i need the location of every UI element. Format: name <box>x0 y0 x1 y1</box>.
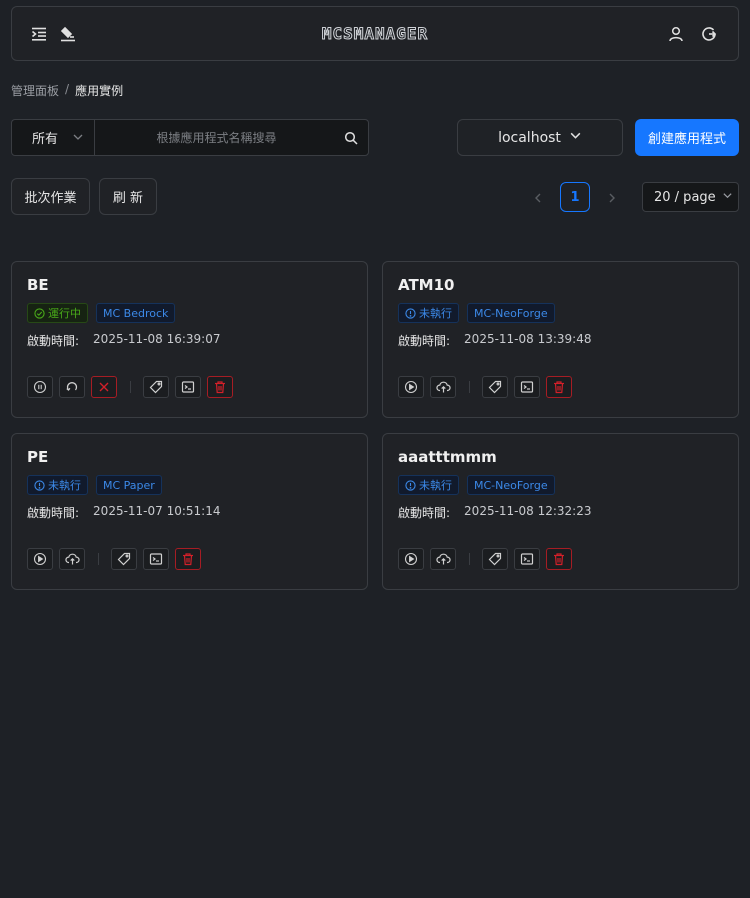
instance-actions <box>27 376 239 398</box>
pause-icon[interactable] <box>27 376 53 398</box>
chevron-right-icon[interactable] <box>605 190 619 204</box>
start-time-label: 啟動時間: <box>27 334 80 348</box>
instance-card[interactable]: BE 運行中 MC Bedrock 啟動時間: 2025-11-08 16:39… <box>11 261 368 418</box>
action-divider <box>469 553 470 565</box>
instance-name[interactable]: aaatttmmm <box>398 448 497 466</box>
action-divider <box>130 381 131 393</box>
start-time-row: 啟動時間: 2025-11-08 16:39:07 <box>27 332 221 349</box>
delete-icon[interactable] <box>175 548 201 570</box>
instance-actions <box>398 376 578 398</box>
app-logo: MCSMANAGER <box>321 24 429 44</box>
status-badge-label: 未執行 <box>419 479 452 492</box>
info-circle-icon <box>405 479 416 491</box>
status-filter-select[interactable]: 所有 <box>12 120 95 155</box>
tag-icon[interactable] <box>482 548 508 570</box>
start-time-row: 啟動時間: 2025-11-08 12:32:23 <box>398 504 592 521</box>
breadcrumb: 管理面板 / 應用實例 <box>11 82 123 99</box>
start-time-row: 啟動時間: 2025-11-07 10:51:14 <box>27 504 221 521</box>
instance-card[interactable]: ATM10 未執行 MC-NeoForge 啟動時間: 2025-11-08 1… <box>382 261 739 418</box>
instance-name[interactable]: BE <box>27 276 49 294</box>
terminal-icon[interactable] <box>514 548 540 570</box>
node-select-value: localhost <box>498 129 561 146</box>
tag-icon[interactable] <box>482 376 508 398</box>
cloud-upload-icon[interactable] <box>59 548 85 570</box>
status-badge: 運行中 <box>27 303 88 323</box>
chevron-down-icon <box>569 129 582 146</box>
chevron-down-icon <box>722 190 733 205</box>
page-size-value: 20 / page <box>654 189 716 205</box>
status-badge: 未執行 <box>398 475 459 495</box>
tag-icon[interactable] <box>111 548 137 570</box>
tag-icon[interactable] <box>143 376 169 398</box>
page-size-select[interactable]: 20 / page <box>642 182 739 212</box>
start-time-value: 2025-11-08 13:39:48 <box>464 332 592 346</box>
create-instance-button[interactable]: 創建應用程式 <box>635 119 739 156</box>
start-time-label: 啟動時間: <box>398 334 451 348</box>
breadcrumb-separator: / <box>65 82 70 96</box>
status-badge-label: 未執行 <box>48 479 81 492</box>
instance-name[interactable]: ATM10 <box>398 276 454 294</box>
play-icon[interactable] <box>398 548 424 570</box>
refresh-button[interactable]: 刷 新 <box>99 178 157 215</box>
search-input[interactable] <box>95 120 368 155</box>
terminal-icon[interactable] <box>175 376 201 398</box>
start-time-label: 啟動時間: <box>398 506 451 520</box>
cloud-upload-icon[interactable] <box>430 376 456 398</box>
chevron-down-icon <box>72 131 84 147</box>
info-circle-icon <box>34 479 45 491</box>
batch-operation-button[interactable]: 批次作業 <box>11 178 90 215</box>
top-header: MCSMANAGER <box>11 6 739 61</box>
instance-type-badge: MC-NeoForge <box>467 475 555 495</box>
start-time-row: 啟動時間: 2025-11-08 13:39:48 <box>398 332 592 349</box>
instance-tags: 未執行 MC-NeoForge <box>398 475 555 495</box>
cloud-upload-icon[interactable] <box>430 548 456 570</box>
status-badge-label: 未執行 <box>419 307 452 320</box>
play-icon[interactable] <box>398 376 424 398</box>
instance-name[interactable]: PE <box>27 448 48 466</box>
play-icon[interactable] <box>27 548 53 570</box>
start-time-value: 2025-11-07 10:51:14 <box>93 504 221 518</box>
restart-icon[interactable] <box>59 376 85 398</box>
instance-card[interactable]: aaatttmmm 未執行 MC-NeoForge 啟動時間: 2025-11-… <box>382 433 739 590</box>
instance-type-badge: MC Bedrock <box>96 303 176 323</box>
status-badge: 未執行 <box>27 475 88 495</box>
kill-icon[interactable] <box>91 376 117 398</box>
delete-icon[interactable] <box>546 548 572 570</box>
delete-icon[interactable] <box>546 376 572 398</box>
action-divider <box>98 553 99 565</box>
action-divider <box>469 381 470 393</box>
terminal-icon[interactable] <box>514 376 540 398</box>
instance-tags: 未執行 MC Paper <box>27 475 162 495</box>
status-badge-label: 運行中 <box>48 307 81 320</box>
instance-actions <box>398 548 578 570</box>
status-badge: 未執行 <box>398 303 459 323</box>
check-circle-icon <box>34 307 45 319</box>
instance-type-badge: MC Paper <box>96 475 162 495</box>
start-time-value: 2025-11-08 12:32:23 <box>464 504 592 518</box>
search-icon[interactable] <box>344 130 358 149</box>
instance-card[interactable]: PE 未執行 MC Paper 啟動時間: 2025-11-07 10:51:1… <box>11 433 368 590</box>
start-time-value: 2025-11-08 16:39:07 <box>93 332 221 346</box>
node-select[interactable]: localhost <box>457 119 623 156</box>
pagination-current-page[interactable]: 1 <box>560 182 590 212</box>
instance-type-badge: MC-NeoForge <box>467 303 555 323</box>
instance-actions <box>27 548 207 570</box>
instance-tags: 未執行 MC-NeoForge <box>398 303 555 323</box>
user-icon[interactable] <box>666 24 686 44</box>
filter-group: 所有 <box>11 119 369 156</box>
chevron-left-icon[interactable] <box>531 190 545 204</box>
app-root: MCSMANAGER 管理面板 / 應用實例 所有 loca <box>0 0 750 898</box>
breadcrumb-current: 應用實例 <box>75 84 124 98</box>
delete-icon[interactable] <box>207 376 233 398</box>
logout-icon[interactable] <box>699 24 719 44</box>
breadcrumb-panel-link[interactable]: 管理面板 <box>11 82 59 99</box>
info-circle-icon <box>405 307 416 319</box>
status-filter-value: 所有 <box>32 132 59 147</box>
terminal-icon[interactable] <box>143 548 169 570</box>
instance-tags: 運行中 MC Bedrock <box>27 303 176 323</box>
start-time-label: 啟動時間: <box>27 506 80 520</box>
